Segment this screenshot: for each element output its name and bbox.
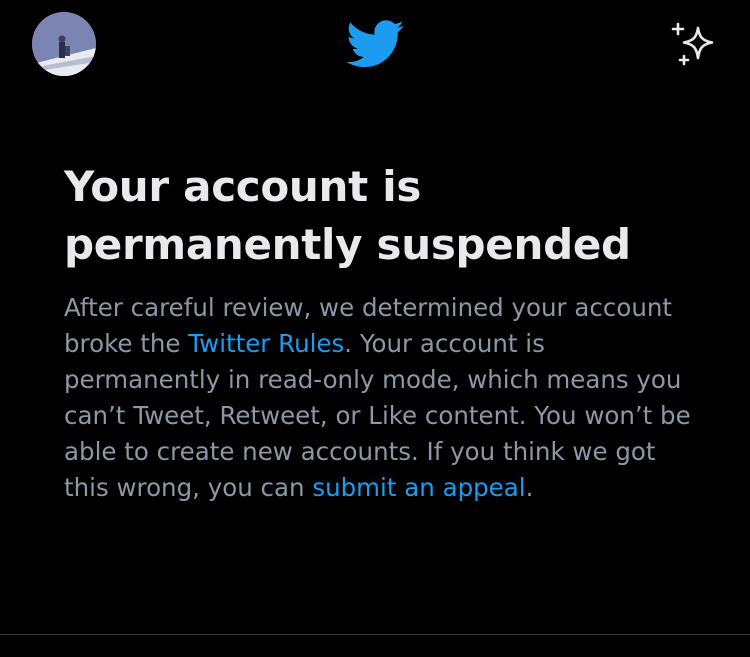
submit-appeal-link[interactable]: submit an appeal — [312, 473, 525, 502]
twitter-rules-link[interactable]: Twitter Rules — [188, 329, 344, 358]
suspension-notice: Your account is permanently suspended Af… — [64, 158, 704, 506]
suspension-screen: Your account is permanently suspended Af… — [0, 0, 750, 657]
page-title: Your account is permanently suspended — [64, 162, 631, 269]
sparkle-icon[interactable] — [668, 20, 720, 68]
twitter-bird-icon[interactable] — [346, 20, 405, 68]
avatar-image — [32, 12, 96, 76]
avatar[interactable] — [32, 12, 96, 76]
divider — [0, 634, 750, 635]
notice-body: After careful review, we determined your… — [64, 290, 704, 506]
top-bar — [0, 0, 750, 90]
notice-body-text-3: . — [525, 473, 534, 502]
